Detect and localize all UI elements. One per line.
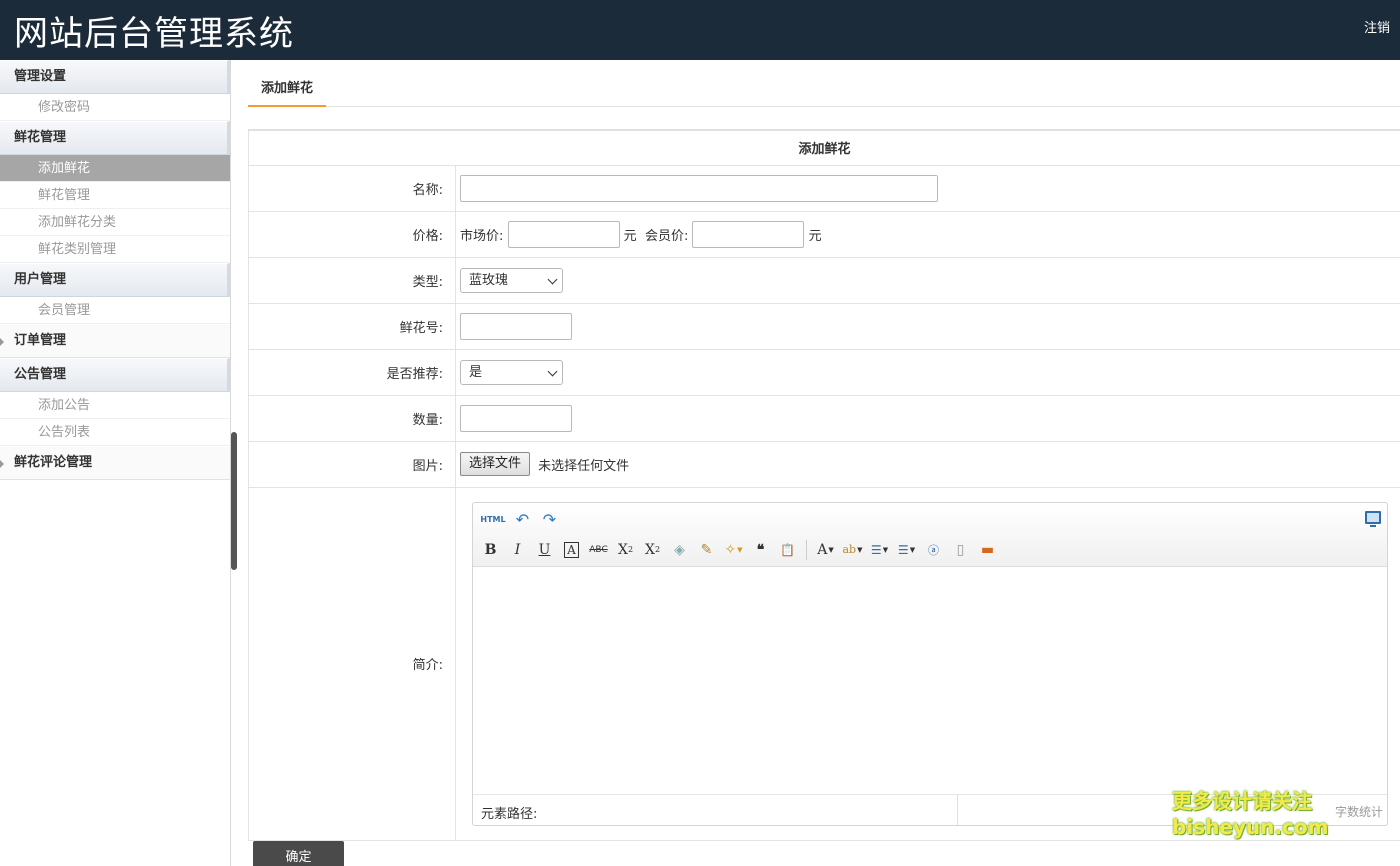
sidebar-group-announcements[interactable]: 公告管理 — [0, 358, 230, 392]
editor-toolbar: HTML ↶ ↷ B I U A ABC X2 X2 ◈ ✎ ✧ ▼ ❝ 📋 A… — [473, 502, 1387, 567]
submit-button[interactable]: 确定 — [253, 841, 344, 866]
highlight-color-icon[interactable]: ab ▼ — [839, 539, 866, 561]
choose-file-button[interactable]: 选择文件 — [460, 452, 531, 476]
name-input[interactable] — [460, 174, 938, 202]
top-header: 网站后台管理系统 注销 — [0, 0, 1400, 60]
flower-no-input[interactable] — [460, 312, 572, 340]
type-select-value: 蓝玫瑰 — [469, 272, 509, 288]
sidebar-item-change-password[interactable]: 修改密码 — [0, 94, 230, 121]
chevron-down-icon — [547, 274, 558, 284]
recommend-select-value: 是 — [469, 364, 483, 380]
undo-icon[interactable]: ↶ — [509, 509, 536, 531]
html-source-button[interactable]: HTML — [477, 509, 509, 531]
intro-label: 简介: — [248, 486, 456, 841]
flower-no-label: 鲜花号: — [248, 302, 456, 350]
sidebar-item-add-announcement[interactable]: 添加公告 — [0, 392, 230, 419]
anchor-icon[interactable]: ⓐ — [920, 539, 947, 561]
statusbar-divider — [957, 794, 958, 825]
sidebar-item-flower-management[interactable]: 鲜花管理 — [0, 182, 230, 209]
bold-icon[interactable]: B — [477, 539, 504, 561]
add-flower-form: 添加鲜花 名称: 价格: 市场价: 元 会员价: 元 类型: 蓝玫瑰 鲜花号: … — [248, 129, 1400, 841]
market-price-unit: 元 — [623, 228, 637, 244]
main-content: 添加鲜花 添加鲜花 名称: 价格: 市场价: 元 会员价: 元 类型: 蓝玫瑰 … — [248, 60, 1400, 866]
tab-add-flower[interactable]: 添加鲜花 — [248, 78, 326, 107]
blockquote-icon[interactable]: ❝ — [747, 539, 774, 561]
market-price-input[interactable] — [507, 220, 620, 248]
type-select[interactable]: 蓝玫瑰 — [460, 267, 563, 293]
sidebar-group-flower-reviews[interactable]: 鲜花评论管理 — [0, 446, 230, 480]
watermark-line1: 更多设计请关注 — [1172, 789, 1312, 813]
file-status-text: 未选择任何文件 — [538, 458, 630, 474]
sidebar-item-flower-category-management[interactable]: 鲜花类别管理 — [0, 236, 230, 263]
name-label: 名称: — [248, 164, 456, 212]
member-price-label: 会员价: — [644, 228, 689, 244]
image-label: 图片: — [248, 440, 456, 488]
font-color-icon[interactable]: A ▼ — [812, 539, 839, 561]
quantity-input[interactable] — [460, 404, 572, 432]
sidebar-group-orders[interactable]: 订单管理 — [0, 324, 230, 358]
watermark-line2: bisheyun.com — [1172, 815, 1329, 839]
recommend-label: 是否推荐: — [248, 348, 456, 396]
sidebar-group-flowers[interactable]: 鲜花管理 — [0, 121, 230, 155]
site-title: 网站后台管理系统 — [14, 14, 294, 54]
strikethrough-icon[interactable]: ABC — [585, 539, 612, 561]
sidebar-group-users[interactable]: 用户管理 — [0, 263, 230, 297]
sidebar-group-settings[interactable]: 管理设置 — [0, 60, 230, 94]
subscript-icon[interactable]: X2 — [639, 539, 666, 561]
member-price-unit: 元 — [808, 228, 822, 244]
sidebar-item-add-flower[interactable]: 添加鲜花 — [0, 155, 230, 182]
element-path-label: 元素路径: — [481, 806, 538, 822]
page-break-icon[interactable]: ▯ — [947, 539, 974, 561]
format-brush-icon[interactable]: ✎ — [693, 539, 720, 561]
word-count-label: 字数统计 — [1334, 804, 1383, 819]
font-border-icon[interactable]: A — [558, 539, 585, 561]
rich-text-editor: HTML ↶ ↷ B I U A ABC X2 X2 ◈ ✎ ✧ ▼ ❝ 📋 A… — [472, 501, 1388, 826]
redo-icon[interactable]: ↷ — [536, 509, 563, 531]
tab-bar: 添加鲜花 — [248, 60, 1400, 107]
market-price-label: 市场价: — [460, 228, 504, 244]
ordered-list-icon[interactable]: ☰ ▼ — [866, 539, 893, 561]
italic-icon[interactable]: I — [504, 539, 531, 561]
form-caption: 添加鲜花 — [248, 129, 1400, 166]
chevron-down-icon — [547, 366, 558, 376]
paste-plain-icon[interactable]: 📋 — [774, 539, 801, 561]
insert-image-icon[interactable]: ▬ — [974, 539, 1001, 561]
underline-icon[interactable]: U — [531, 539, 558, 561]
type-label: 类型: — [248, 256, 456, 304]
fullscreen-icon[interactable] — [1365, 510, 1381, 527]
watermark: 更多设计请关注 bisheyun.com — [1172, 788, 1328, 840]
editor-body[interactable] — [473, 567, 1387, 795]
sidebar: 管理设置 修改密码 鲜花管理 添加鲜花 鲜花管理 添加鲜花分类 鲜花类别管理 用… — [0, 60, 231, 866]
recommend-select[interactable]: 是 — [460, 359, 563, 385]
toolbar-divider — [806, 539, 807, 560]
sidebar-item-add-flower-category[interactable]: 添加鲜花分类 — [0, 209, 230, 236]
auto-format-icon[interactable]: ✧ ▼ — [720, 539, 747, 561]
sidebar-item-announcement-list[interactable]: 公告列表 — [0, 419, 230, 446]
eraser-icon[interactable]: ◈ — [666, 539, 693, 561]
sidebar-resize-handle[interactable] — [231, 432, 237, 570]
logout-link[interactable]: 注销 — [1364, 17, 1390, 36]
member-price-input[interactable] — [692, 220, 805, 248]
superscript-icon[interactable]: X2 — [612, 539, 639, 561]
sidebar-item-member-management[interactable]: 会员管理 — [0, 297, 230, 324]
price-label: 价格: — [248, 210, 456, 258]
quantity-label: 数量: — [248, 394, 456, 442]
unordered-list-icon[interactable]: ☰ ▼ — [893, 539, 920, 561]
